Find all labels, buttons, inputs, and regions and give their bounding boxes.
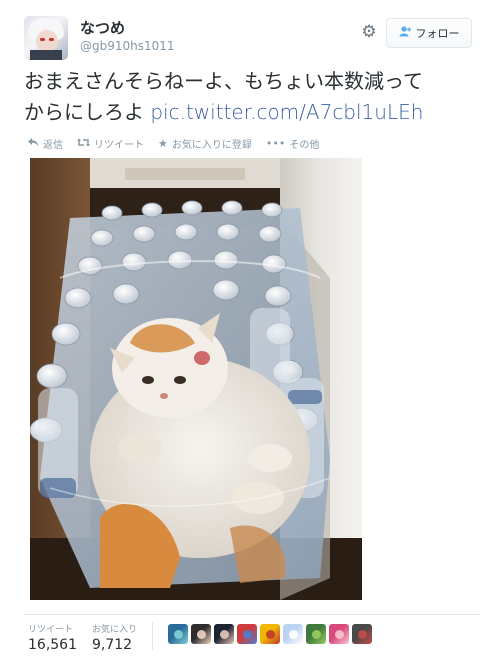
follow-label: フォロー	[415, 27, 460, 40]
favoriter-avatars	[168, 624, 372, 644]
favoriter-avatar[interactable]	[168, 624, 188, 644]
user-handle[interactable]: @gb910hs1011	[80, 39, 175, 53]
user-name[interactable]: なつめ	[80, 17, 125, 38]
add-person-icon	[399, 26, 412, 40]
favorite-label: お気に入りに登録	[171, 139, 252, 151]
reply-label: 返信	[43, 139, 63, 151]
favoriter-avatar[interactable]	[352, 624, 372, 644]
follow-button[interactable]: フォロー	[386, 18, 472, 48]
favoriter-avatar[interactable]	[306, 624, 326, 644]
reply-action[interactable]: 返信	[28, 136, 63, 151]
tweet-photo[interactable]	[30, 158, 362, 600]
retweets-label: リツイート	[28, 625, 74, 635]
more-icon: •••	[265, 136, 286, 150]
stats-divider	[24, 614, 480, 615]
tweet-text: おまえさんそらねーよ、もちょい本数減って からにしろよ pic.twitter.…	[24, 66, 484, 128]
star-icon: ★	[158, 136, 168, 150]
retweets-count: 16,561	[28, 637, 77, 653]
retweet-label: リツイート	[94, 139, 144, 151]
retweet-icon	[77, 137, 90, 150]
more-label: その他	[289, 139, 320, 151]
avatar[interactable]	[24, 16, 68, 60]
tweet-photo-link[interactable]: pic.twitter.com/A7cbl1uLEh	[150, 100, 423, 124]
stats-separator	[152, 622, 153, 650]
reply-icon	[28, 137, 39, 150]
tweet-actions: 返信 リツイート ★ お気に入りに登録 ••• その他	[28, 136, 333, 151]
favorites-label: お気に入り	[92, 625, 138, 635]
favoriter-avatar[interactable]	[214, 624, 234, 644]
tweet-text-line2: からにしろよ	[24, 100, 144, 124]
favorites-count: 9,712	[92, 637, 133, 653]
tweet-text-line1: おまえさんそらねーよ、もちょい本数減って	[24, 69, 423, 93]
favoriter-avatar[interactable]	[329, 624, 349, 644]
favoriter-avatar[interactable]	[237, 624, 257, 644]
retweet-action[interactable]: リツイート	[77, 136, 144, 151]
gear-icon[interactable]: ⚙	[359, 22, 379, 42]
favoriter-avatar[interactable]	[283, 624, 303, 644]
retweets-stat[interactable]: リツイート 16,561	[28, 622, 88, 653]
cat-on-bottles-image	[30, 158, 362, 600]
tweet-header: なつめ @gb910hs1011 ⚙ フォロー	[24, 16, 480, 66]
favorites-stat[interactable]: お気に入り 9,712	[92, 622, 152, 653]
favoriter-avatar[interactable]	[191, 624, 211, 644]
more-action[interactable]: ••• その他	[266, 136, 319, 151]
favorite-action[interactable]: ★ お気に入りに登録	[158, 136, 252, 151]
favoriter-avatar[interactable]	[260, 624, 280, 644]
